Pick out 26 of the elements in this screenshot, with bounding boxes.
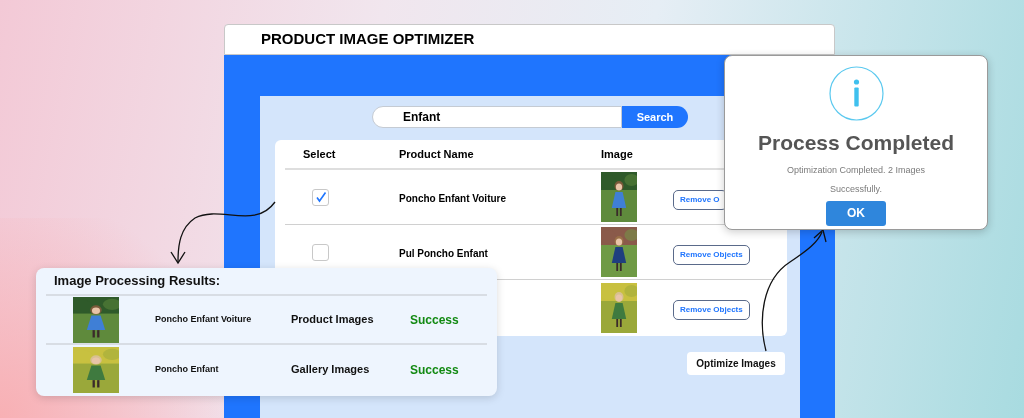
search-field[interactable]: Enfant [372, 106, 622, 128]
column-header: Product Name [399, 146, 475, 162]
product-name: Poncho Enfant Voiture [155, 312, 253, 326]
dialog-title: Process Completed [757, 130, 955, 156]
image-category: Product Images [291, 312, 375, 328]
results-title: Image Processing Results: [54, 272, 221, 291]
search-button[interactable]: Search [622, 106, 688, 128]
product-name: Poncho Enfant [155, 362, 220, 376]
checkbox[interactable] [312, 243, 329, 261]
window-title: PRODUCT IMAGE OPTIMIZER [261, 29, 475, 50]
info-icon [828, 66, 884, 121]
status-text: Success [410, 311, 460, 329]
image-category: Gallery Images [291, 362, 371, 378]
remove-objects-button[interactable]: Remove Objects [673, 300, 750, 320]
column-header: Image [601, 146, 634, 162]
product-name: Pul Poncho Enfant [399, 248, 488, 259]
checkbox[interactable] [312, 188, 329, 206]
column-header: Select [302, 146, 337, 162]
remove-objects-button[interactable]: Remove Objects [673, 244, 750, 265]
ok-button[interactable]: OK [826, 200, 886, 226]
status-text: Success [410, 361, 460, 379]
checkmark-icon [314, 191, 327, 203]
remove-objects-button[interactable]: Remove O [673, 189, 727, 210]
optimize-images-callout[interactable]: Optimize Images [687, 352, 785, 375]
dialog-message: Optimization Completed. 2 Images Successfully. [785, 163, 927, 196]
product-name: Poncho Enfant Voiture [399, 193, 507, 204]
